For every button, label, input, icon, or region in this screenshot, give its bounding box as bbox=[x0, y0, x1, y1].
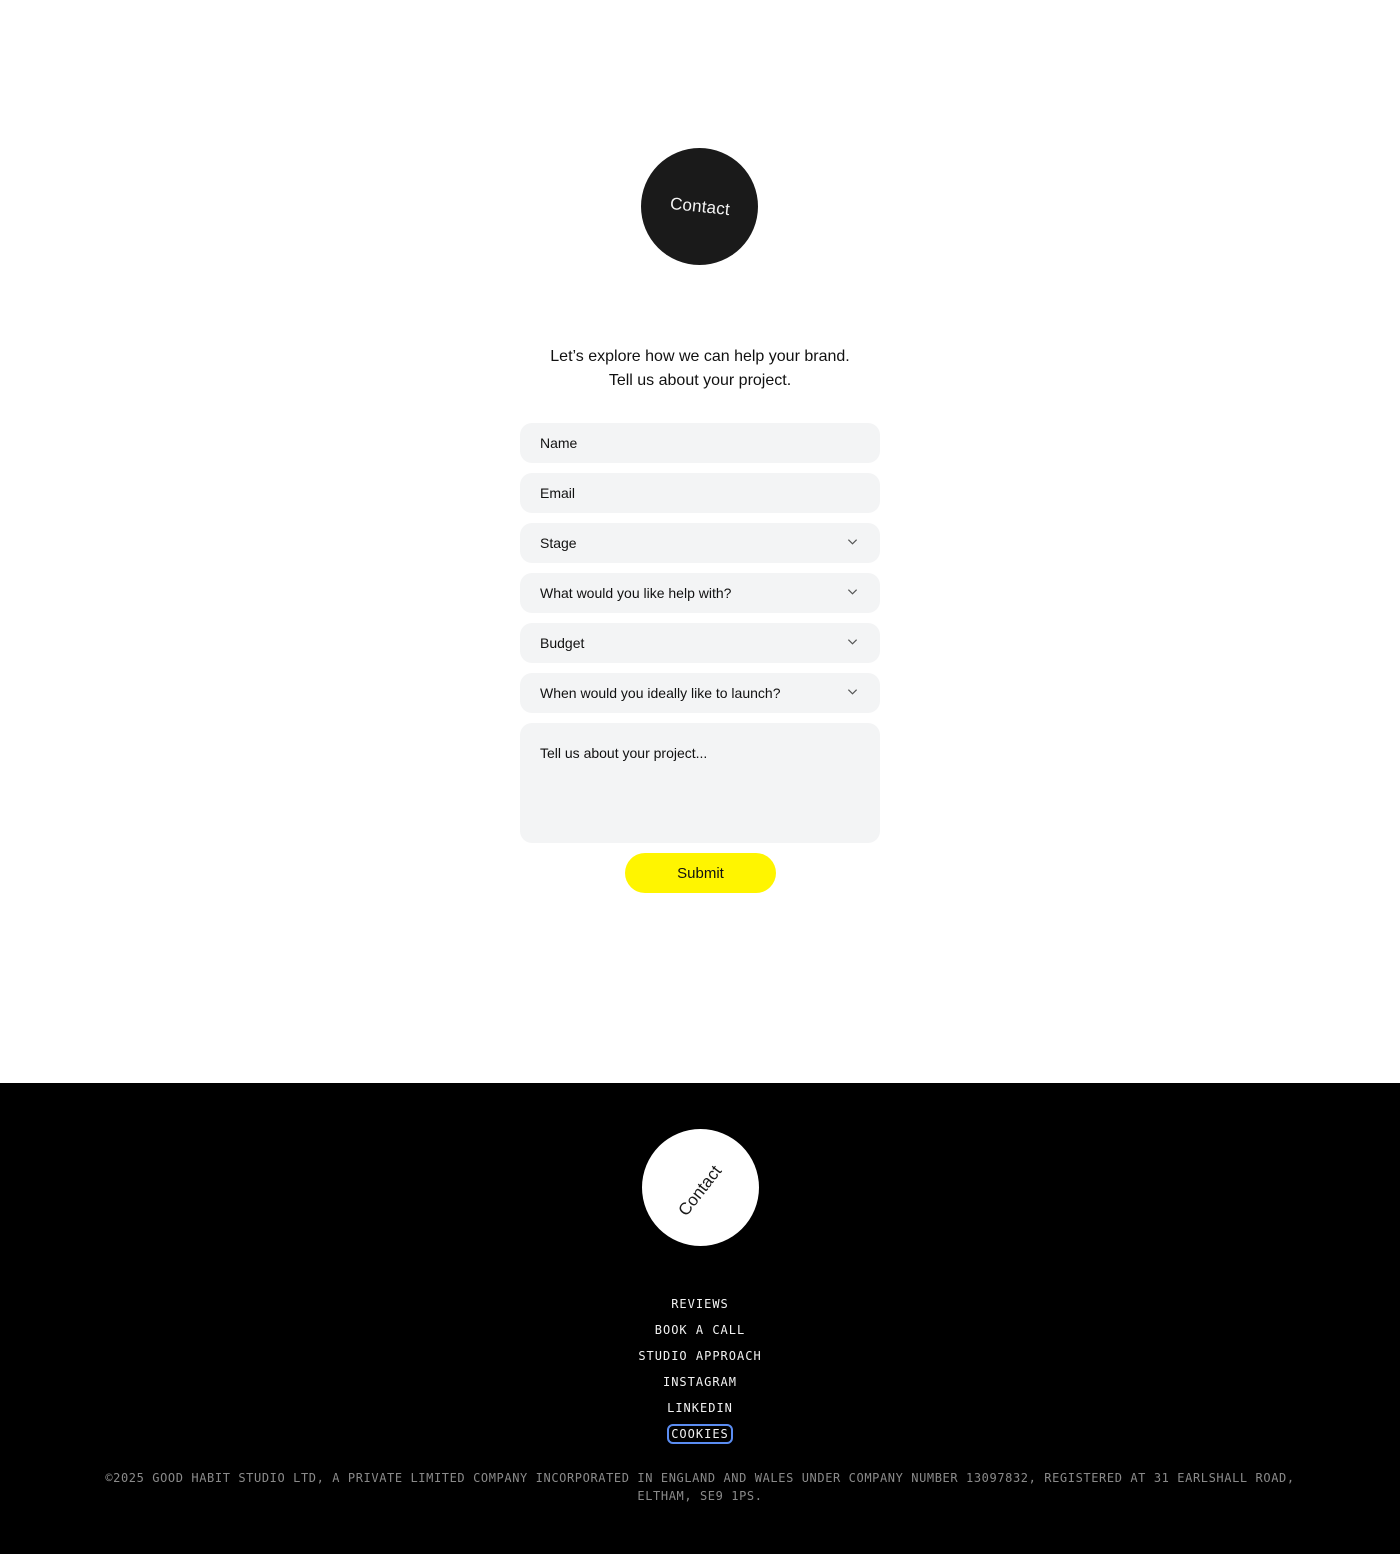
intro-text: Let’s explore how we can help your brand… bbox=[400, 345, 1000, 393]
email-field-placeholder: Email bbox=[540, 485, 576, 501]
footer-link-reviews[interactable]: REVIEWS bbox=[500, 1291, 900, 1317]
stage-select[interactable]: Stage bbox=[520, 523, 880, 563]
legal-line-1: ©2025 GOOD HABIT STUDIO LTD, A PRIVATE L… bbox=[105, 1471, 1295, 1485]
email-field[interactable]: Email bbox=[520, 473, 880, 513]
footer: Contact REVIEWS BOOK A CALL STUDIO APPRO… bbox=[0, 1083, 1400, 1554]
chevron-down-icon bbox=[847, 589, 858, 595]
legal-notice: ©2025 GOOD HABIT STUDIO LTD, A PRIVATE L… bbox=[100, 1469, 1300, 1505]
contact-section: Contact Let’s explore how we can help yo… bbox=[0, 0, 1400, 1083]
legal-line-2: ELTHAM, SE9 1PS. bbox=[637, 1489, 763, 1503]
project-textarea-placeholder: Tell us about your project... bbox=[540, 745, 708, 761]
contact-badge-label: Contact bbox=[668, 193, 731, 219]
contact-form: Name Email Stage What would you like hel… bbox=[520, 423, 880, 853]
launch-select[interactable]: When would you ideally like to launch? bbox=[520, 673, 880, 713]
footer-link-linkedin[interactable]: LINKEDIN bbox=[500, 1395, 900, 1421]
project-textarea[interactable]: Tell us about your project... bbox=[520, 723, 880, 843]
footer-link-book-a-call[interactable]: BOOK A CALL bbox=[500, 1317, 900, 1343]
launch-select-label: When would you ideally like to launch? bbox=[540, 685, 781, 701]
footer-link-cookies[interactable]: COOKIES bbox=[500, 1421, 900, 1447]
chevron-down-icon bbox=[847, 689, 858, 695]
footer-contact-badge[interactable]: Contact bbox=[642, 1129, 759, 1246]
footer-contact-badge-label: Contact bbox=[674, 1161, 726, 1220]
stage-select-label: Stage bbox=[540, 535, 577, 551]
footer-link-instagram[interactable]: INSTAGRAM bbox=[500, 1369, 900, 1395]
name-field-placeholder: Name bbox=[540, 435, 578, 451]
budget-select-label: Budget bbox=[540, 635, 585, 651]
contact-badge: Contact bbox=[641, 148, 758, 265]
name-field[interactable]: Name bbox=[520, 423, 880, 463]
chevron-down-icon bbox=[847, 639, 858, 645]
footer-nav: REVIEWS BOOK A CALL STUDIO APPROACH INST… bbox=[500, 1291, 900, 1447]
help-select-label: What would you like help with? bbox=[540, 585, 732, 601]
budget-select[interactable]: Budget bbox=[520, 623, 880, 663]
chevron-down-icon bbox=[847, 539, 858, 545]
help-select[interactable]: What would you like help with? bbox=[520, 573, 880, 613]
footer-link-studio-approach[interactable]: STUDIO APPROACH bbox=[500, 1343, 900, 1369]
intro-line-1: Let’s explore how we can help your brand… bbox=[550, 348, 850, 365]
submit-button[interactable]: Submit bbox=[625, 853, 776, 893]
intro-line-2: Tell us about your project. bbox=[608, 372, 792, 389]
